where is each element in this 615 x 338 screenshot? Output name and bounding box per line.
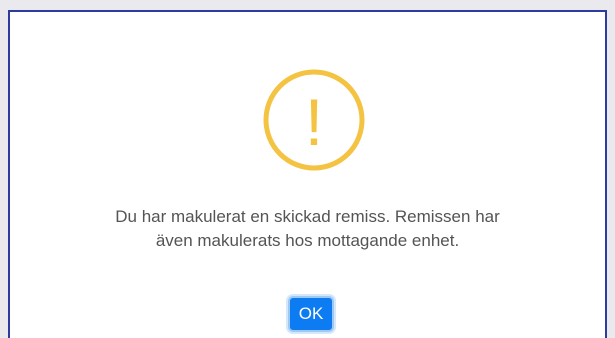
warning-exclamation-icon: ! xyxy=(262,68,366,172)
alert-dialog: ! Du har makulerat en skickad remiss. Re… xyxy=(10,12,605,338)
dialog-frame: ! Du har makulerat en skickad remiss. Re… xyxy=(8,10,607,338)
dialog-message: Du har makulerat en skickad remiss. Remi… xyxy=(40,205,575,253)
message-line-2: även makulerats hos mottagande enhet. xyxy=(155,231,460,250)
warning-circle-graphic: ! xyxy=(263,69,365,171)
message-line-1: Du har makulerat en skickad remiss. Remi… xyxy=(115,207,500,226)
exclamation-glyph: ! xyxy=(305,85,323,159)
ok-button[interactable]: OK xyxy=(288,296,334,332)
